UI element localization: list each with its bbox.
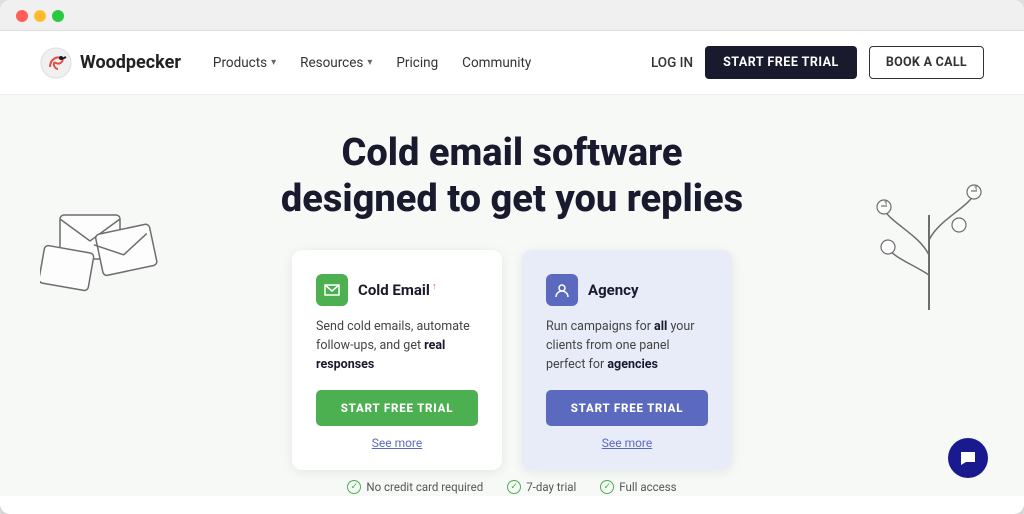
cold-email-icon [316,274,348,306]
nav-links: Products ▾ Resources ▾ Pricing Community [213,55,651,71]
cold-email-title: Cold Email ↑ [358,281,437,299]
browser-window: Woodpecker Products ▾ Resources ▾ Pricin… [0,0,1024,514]
badge-trial: ✓ 7-day trial [507,480,576,494]
agency-icon [546,274,578,306]
logo-icon [40,47,72,79]
page-content: Woodpecker Products ▾ Resources ▾ Pricin… [0,31,1024,496]
agency-card-header: Agency [546,274,708,306]
cold-email-trial-button[interactable]: START FREE TRIAL [316,390,478,426]
nav-community[interactable]: Community [462,55,531,71]
minimize-button[interactable] [34,10,46,22]
nav-start-trial-button[interactable]: START FREE TRIAL [705,46,857,79]
product-cards: Cold Email ↑ Send cold emails, automate … [20,250,1004,470]
agency-trial-button[interactable]: START FREE TRIAL [546,390,708,426]
book-call-button[interactable]: BOOK A CALL [869,46,984,79]
nav-pricing[interactable]: Pricing [396,55,438,71]
badge-full-access: ✓ Full access [600,480,676,494]
close-button[interactable] [16,10,28,22]
chevron-down-icon: ▾ [271,57,276,68]
hero-section: Cold email software designed to get you … [0,95,1024,496]
check-icon: ✓ [347,480,361,494]
trust-badges: ✓ No credit card required ✓ 7-day trial … [20,470,1004,496]
logo-text: Woodpecker [80,52,181,73]
logo-area[interactable]: Woodpecker [40,47,181,79]
login-button[interactable]: LOG IN [651,55,693,71]
cold-email-see-more[interactable]: See more [316,436,478,450]
navbar: Woodpecker Products ▾ Resources ▾ Pricin… [0,31,1024,95]
cold-email-card-header: Cold Email ↑ [316,274,478,306]
agency-title: Agency [588,281,639,299]
maximize-button[interactable] [52,10,64,22]
cold-email-card: Cold Email ↑ Send cold emails, automate … [292,250,502,470]
chat-fab-button[interactable] [948,438,988,478]
cold-email-desc: Send cold emails, automate follow-ups, a… [316,318,478,374]
traffic-lights [16,10,64,22]
chevron-down-icon: ▾ [367,57,372,68]
agency-see-more[interactable]: See more [546,436,708,450]
chat-icon [958,448,978,468]
badge-no-cc: ✓ No credit card required [347,480,483,494]
nav-actions: LOG IN START FREE TRIAL BOOK A CALL [651,46,984,79]
browser-chrome [0,0,1024,31]
check-icon: ✓ [507,480,521,494]
agency-card: Agency Run campaigns for all your client… [522,250,732,470]
nav-products[interactable]: Products ▾ [213,55,276,71]
check-icon: ✓ [600,480,614,494]
nav-resources[interactable]: Resources ▾ [300,55,372,71]
agency-desc: Run campaigns for all your clients from … [546,318,708,374]
